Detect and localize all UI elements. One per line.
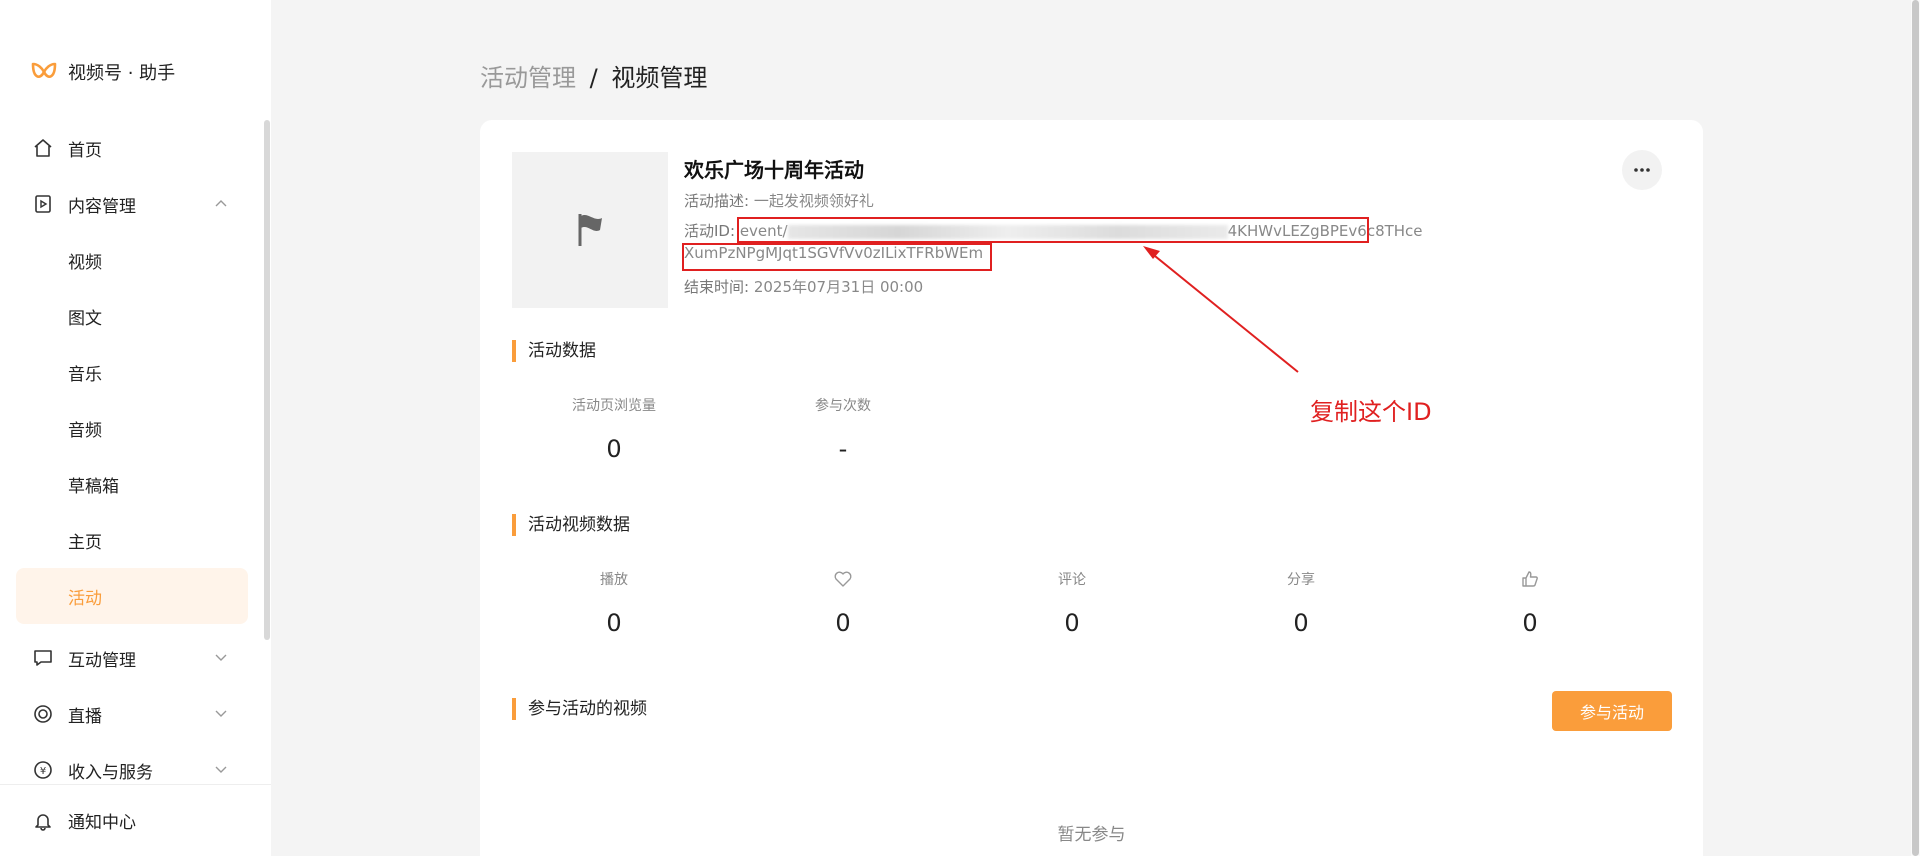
participating-videos-title: 参与活动的视频 xyxy=(512,698,647,720)
bell-icon xyxy=(32,810,54,832)
income-icon: ¥ xyxy=(32,759,54,781)
svg-text:¥: ¥ xyxy=(40,766,46,777)
notification-center[interactable]: 通知中心 xyxy=(0,784,271,856)
highlight-box xyxy=(737,217,1369,243)
stat-label: 分享 xyxy=(1287,572,1315,588)
end-time-label: 结束时间: xyxy=(684,278,750,296)
stat-value: 0 xyxy=(1064,609,1080,637)
stat-plays: 播放 0 xyxy=(544,569,684,637)
sidebar-item-drafts[interactable]: 草稿箱 xyxy=(16,456,248,512)
ellipsis-icon xyxy=(1634,168,1650,172)
flag-icon xyxy=(578,214,602,246)
sidebar-item-label: 收入与服务 xyxy=(68,762,153,783)
stat-value: 0 xyxy=(835,609,851,637)
sidebar-item-interaction[interactable]: 互动管理 xyxy=(16,630,248,686)
breadcrumb-current: 视频管理 xyxy=(611,64,708,92)
stat-label xyxy=(773,569,913,589)
home-icon xyxy=(32,137,54,159)
notification-label: 通知中心 xyxy=(68,813,136,833)
page-scrollbar[interactable] xyxy=(1912,0,1919,856)
sidebar-item-label: 互动管理 xyxy=(68,650,136,671)
sidebar-item-image-text[interactable]: 图文 xyxy=(16,288,248,344)
chevron-up-icon xyxy=(215,200,227,207)
comment-icon xyxy=(32,647,54,669)
sidebar: 视频号 · 助手 首页 内容管理 视频 图文 音乐 音频 草稿箱 主页 活动 互… xyxy=(0,0,271,856)
chevron-down-icon xyxy=(215,710,227,717)
video-data-title: 活动视频数据 xyxy=(512,514,630,536)
heart-icon xyxy=(834,571,852,587)
stat-label: 参与次数 xyxy=(815,398,871,414)
event-detail-card: 欢乐广场十周年活动 活动描述: 一起发视频领好礼 活动ID: event/4KH… xyxy=(480,120,1703,856)
logo[interactable]: 视频号 · 助手 xyxy=(30,58,175,86)
stat-thumbs-up: 0 xyxy=(1460,569,1600,637)
sidebar-item-label: 直播 xyxy=(68,706,102,727)
sidebar-item-content[interactable]: 内容管理 xyxy=(16,176,248,232)
sidebar-item-video[interactable]: 视频 xyxy=(16,232,248,288)
event-cover xyxy=(512,152,668,308)
stat-label xyxy=(1460,569,1600,589)
stat-value: 0 xyxy=(1522,609,1538,637)
stat-shares: 分享 0 xyxy=(1231,569,1371,637)
breadcrumb: 活动管理 / 视频管理 xyxy=(480,58,707,93)
thumbs-up-icon xyxy=(1522,571,1538,587)
sidebar-item-music[interactable]: 音乐 xyxy=(16,344,248,400)
annotation-text: 复制这个ID xyxy=(1310,398,1432,426)
stat-label: 播放 xyxy=(600,572,628,588)
logo-text: 视频号 · 助手 xyxy=(68,63,176,84)
stat-value: 0 xyxy=(1293,609,1309,637)
stat-value: 0 xyxy=(606,435,622,463)
sidebar-item-homepage[interactable]: 主页 xyxy=(16,512,248,568)
event-id-label: 活动ID: xyxy=(684,222,736,240)
stat-value: 0 xyxy=(606,609,622,637)
sidebar-scrollbar[interactable] xyxy=(264,120,270,640)
chevron-down-icon xyxy=(215,766,227,773)
sidebar-item-label: 首页 xyxy=(68,140,102,161)
activity-data-title: 活动数据 xyxy=(512,340,596,362)
end-time-value: 2025年07月31日 00:00 xyxy=(753,278,924,296)
event-end-time: 结束时间: 2025年07月31日 00:00 xyxy=(684,276,923,297)
sidebar-item-label: 内容管理 xyxy=(68,196,136,217)
sidebar-item-live[interactable]: 直播 xyxy=(16,686,248,742)
join-activity-button[interactable]: 参与活动 xyxy=(1552,691,1672,731)
stat-label: 评论 xyxy=(1058,572,1086,588)
sidebar-item-activity[interactable]: 活动 xyxy=(16,568,248,624)
description-label: 活动描述: xyxy=(684,192,750,210)
content-icon xyxy=(32,193,54,215)
sidebar-item-home[interactable]: 首页 xyxy=(16,120,248,176)
stat-participations: 参与次数 - xyxy=(773,395,913,463)
event-title: 欢乐广场十周年活动 xyxy=(684,158,864,182)
more-options-button[interactable] xyxy=(1622,150,1662,190)
channels-logo-icon xyxy=(31,62,57,78)
live-icon xyxy=(32,703,54,725)
breadcrumb-parent[interactable]: 活动管理 xyxy=(480,64,576,92)
breadcrumb-separator: / xyxy=(589,64,598,92)
event-description: 活动描述: 一起发视频领好礼 xyxy=(684,190,874,211)
chevron-down-icon xyxy=(215,654,227,661)
sidebar-nav: 首页 内容管理 视频 图文 音乐 音频 草稿箱 主页 活动 互动管理 直播 ¥ … xyxy=(16,120,248,798)
stat-value: - xyxy=(838,435,848,463)
stat-label: 活动页浏览量 xyxy=(572,398,656,414)
highlight-box xyxy=(682,243,992,271)
description-value: 一起发视频领好礼 xyxy=(753,192,874,210)
sidebar-item-audio[interactable]: 音频 xyxy=(16,400,248,456)
stat-comments: 评论 0 xyxy=(1002,569,1142,637)
stat-likes: 0 xyxy=(773,569,913,637)
empty-state: 暂无参与 xyxy=(1057,825,1126,845)
stat-page-views: 活动页浏览量 0 xyxy=(544,395,684,463)
